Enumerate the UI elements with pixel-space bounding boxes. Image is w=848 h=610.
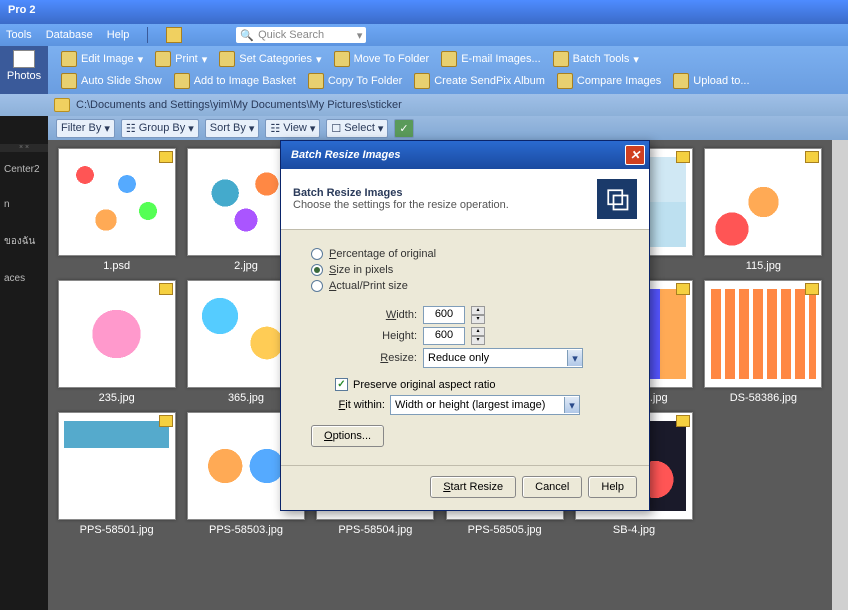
filetype-badge-icon <box>159 151 173 163</box>
thumbnail-label: 365.jpg <box>228 392 264 404</box>
height-label: Height: <box>361 330 417 342</box>
cancel-button[interactable]: Cancel <box>522 476 582 498</box>
thumbnail-label: PPS-58505.jpg <box>468 524 542 536</box>
set-categories-button[interactable]: Set Categories▾ <box>214 49 326 69</box>
filetype-badge-icon <box>805 283 819 295</box>
sidebar-item[interactable]: Center2 <box>0 152 48 187</box>
resize-select[interactable]: Reduce only▾ <box>423 348 583 368</box>
group-by-button[interactable]: ☷Group By▾ <box>121 119 199 138</box>
filetype-badge-icon <box>805 151 819 163</box>
fit-within-select[interactable]: Width or height (largest image)▾ <box>390 395 580 415</box>
sidebar-item[interactable]: aces <box>0 261 48 296</box>
thumbnail-cell[interactable]: DS-58386.jpg <box>703 280 824 404</box>
radio-percentage[interactable]: Percentage of original <box>311 248 629 260</box>
width-spinner-up[interactable]: ▴ <box>471 306 485 315</box>
start-resize-button[interactable]: Start Resize <box>430 476 516 498</box>
batch-resize-dialog: Batch Resize Images ✕ Batch Resize Image… <box>280 140 650 511</box>
close-icon[interactable]: ✕ <box>625 145 645 165</box>
thumbnail-label: 1.psd <box>103 260 130 272</box>
thumbnail-label: DS-58386.jpg <box>730 392 797 404</box>
path-text: C:\Documents and Settings\yim\My Documen… <box>76 99 402 111</box>
print-button[interactable]: Print▾ <box>150 49 212 69</box>
path-bar: C:\Documents and Settings\yim\My Documen… <box>0 94 848 116</box>
batch-tools-button[interactable]: Batch Tools▾ <box>548 49 644 69</box>
auto-slideshow-button[interactable]: Auto Slide Show <box>56 71 167 91</box>
filter-apply-button[interactable]: ✓ <box>394 119 413 138</box>
toolbar-icon[interactable] <box>166 27 182 43</box>
sidebar: × × Center2 n ของฉัน aces <box>0 140 48 610</box>
add-to-basket-button[interactable]: Add to Image Basket <box>169 71 301 91</box>
dialog-titlebar[interactable]: Batch Resize Images ✕ <box>281 141 649 169</box>
thumbnail-label: 235.jpg <box>99 392 135 404</box>
height-input[interactable]: 600 <box>423 327 465 345</box>
thumbnail-label: PPS-58501.jpg <box>80 524 154 536</box>
resize-icon <box>597 179 637 219</box>
filter-by-button[interactable]: Filter By▾ <box>56 119 115 138</box>
quick-search-input[interactable]: 🔍 Quick Search ▾ <box>236 27 366 43</box>
dialog-header: Batch Resize Images Choose the settings … <box>281 169 649 230</box>
thumbnail-label: 115.jpg <box>746 260 781 272</box>
sort-by-button[interactable]: Sort By▾ <box>205 119 260 138</box>
help-button[interactable]: Help <box>588 476 637 498</box>
thumbnail-label: SB-4.jpg <box>613 524 655 536</box>
filetype-badge-icon <box>159 415 173 427</box>
edit-image-button[interactable]: Edit Image▾ <box>56 49 148 69</box>
filetype-badge-icon <box>676 415 690 427</box>
menu-help[interactable]: Help <box>107 29 130 41</box>
select-button[interactable]: ☐Select▾ <box>326 119 388 138</box>
thumbnail-cell[interactable]: 235.jpg <box>56 280 177 404</box>
email-images-button[interactable]: E-mail Images... <box>436 49 545 69</box>
dialog-header-subtitle: Choose the settings for the resize opera… <box>293 199 587 211</box>
dialog-title-text: Batch Resize Images <box>291 149 400 161</box>
create-sendpix-button[interactable]: Create SendPix Album <box>409 71 550 91</box>
resize-label: Resize: <box>361 352 417 364</box>
thumbnail-label: PPS-58503.jpg <box>209 524 283 536</box>
sidebar-item[interactable]: ของฉัน <box>0 222 48 261</box>
thumbnail-label: 2.jpg <box>234 260 258 272</box>
width-spinner-down[interactable]: ▾ <box>471 315 485 324</box>
preserve-aspect-checkbox[interactable]: ✓Preserve original aspect ratio <box>335 378 629 391</box>
radio-actual-print[interactable]: Actual/Print size <box>311 280 629 292</box>
copy-to-folder-button[interactable]: Copy To Folder <box>303 71 407 91</box>
sidebar-item[interactable]: n <box>0 187 48 222</box>
thumbnail-cell[interactable]: PPS-58501.jpg <box>56 412 177 536</box>
compare-images-button[interactable]: Compare Images <box>552 71 666 91</box>
main-toolbar: Photos Edit Image▾ Print▾ Set Categories… <box>0 46 848 94</box>
filetype-badge-icon <box>676 283 690 295</box>
fit-within-label: Fit within: <box>335 399 385 411</box>
thumbnail-cell[interactable]: 1.psd <box>56 148 177 272</box>
options-button[interactable]: Options... <box>311 425 384 447</box>
height-spinner-up[interactable]: ▴ <box>471 327 485 336</box>
upload-to-button[interactable]: Upload to... <box>668 71 754 91</box>
scrollbar[interactable] <box>832 140 848 610</box>
folder-icon <box>54 98 70 112</box>
thumbnail-label: PPS-58504.jpg <box>338 524 412 536</box>
menu-database[interactable]: Database <box>46 29 93 41</box>
move-to-folder-button[interactable]: Move To Folder <box>329 49 435 69</box>
width-input[interactable]: 600 <box>423 306 465 324</box>
view-button[interactable]: ☷View▾ <box>265 119 320 138</box>
filetype-badge-icon <box>159 283 173 295</box>
dialog-header-title: Batch Resize Images <box>293 187 587 199</box>
filetype-badge-icon <box>676 151 690 163</box>
radio-size-pixels[interactable]: Size in pixels <box>311 264 629 276</box>
menu-tools[interactable]: Tools <box>6 29 32 41</box>
menubar: Tools Database Help 🔍 Quick Search ▾ <box>0 24 848 46</box>
thumbnail-cell[interactable]: 115.jpg <box>703 148 824 272</box>
height-spinner-down[interactable]: ▾ <box>471 336 485 345</box>
window-title: Pro 2 <box>0 0 848 24</box>
width-label: Width: <box>361 309 417 321</box>
filter-bar: Filter By▾ ☷Group By▾ Sort By▾ ☷View▾ ☐S… <box>48 116 848 140</box>
sidebar-top-button[interactable]: Photos <box>0 46 48 94</box>
